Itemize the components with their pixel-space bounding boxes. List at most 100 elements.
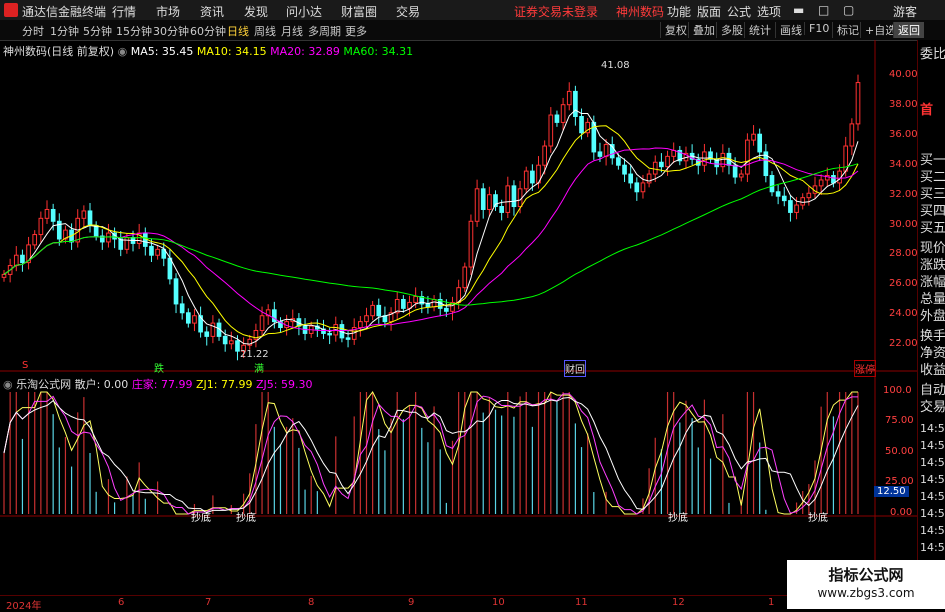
candle-body: [554, 114, 560, 123]
candle-body: [738, 173, 744, 178]
candle-body: [530, 170, 535, 184]
menu-banmian[interactable]: 版面: [697, 3, 721, 20]
candle-body: [99, 235, 105, 243]
sub-chart-title[interactable]: 乐淘公式网: [16, 378, 71, 391]
candle-body: [290, 318, 296, 323]
menu-xuanxiang[interactable]: 选项: [757, 3, 781, 20]
menu-zixun[interactable]: 资讯: [200, 3, 224, 20]
settings-icon[interactable]: ◉: [118, 45, 128, 58]
f10-button[interactable]: F10: [804, 22, 833, 35]
candle-body: [702, 151, 707, 166]
tab-monthly[interactable]: 月线: [281, 23, 303, 39]
zhuangjia-label: 庄家: 77.99: [131, 378, 193, 391]
restore-icon[interactable]: □: [818, 3, 829, 17]
huaxian-button[interactable]: 画线: [775, 22, 806, 38]
tab-1min[interactable]: 1分钟: [50, 23, 79, 39]
candle-body: [511, 185, 517, 208]
menu-shichang[interactable]: 市场: [156, 3, 180, 20]
candle-body: [548, 114, 554, 147]
candle-body: [142, 232, 148, 247]
candle-body: [456, 287, 461, 303]
tick-time: 14:56: [920, 490, 945, 503]
tab-60min[interactable]: 60分钟: [190, 23, 226, 39]
candle-body: [112, 232, 117, 240]
tab-more[interactable]: 更多: [345, 23, 367, 39]
candle-body: [179, 303, 185, 314]
ma10-label: MA10: 34.15: [196, 45, 267, 58]
candle-body: [253, 329, 259, 340]
tab-30min[interactable]: 30分钟: [153, 23, 189, 39]
tick-time: 14:56: [920, 507, 945, 520]
candle-body: [124, 237, 130, 250]
candle-body: [824, 175, 830, 181]
candle-body: [487, 194, 492, 210]
date-tick: 8: [308, 597, 315, 608]
chart-title[interactable]: 神州数码(日线 前复权): [3, 45, 114, 58]
candle-body: [136, 232, 142, 244]
price-tick: 24.00: [889, 308, 918, 319]
candle-body: [579, 116, 584, 134]
candle-body: [591, 121, 597, 153]
minimize-icon[interactable]: ▬: [793, 3, 804, 17]
diejia-button[interactable]: 叠加: [688, 22, 719, 38]
candle-body: [388, 312, 394, 323]
menu-jiaoyi[interactable]: 交易: [396, 3, 420, 20]
tab-fenshi[interactable]: 分时: [22, 23, 44, 39]
candle-body: [763, 151, 769, 177]
date-tick: 11: [575, 597, 588, 608]
tab-weekly[interactable]: 周线: [254, 23, 276, 39]
date-tick: 1: [768, 597, 775, 608]
candle-body: [726, 152, 732, 166]
zj5-label: ZJ5: 59.30: [256, 378, 313, 391]
candle-body: [855, 82, 861, 125]
biaoji-button[interactable]: 标记: [832, 22, 863, 38]
buy3-label: 买三: [920, 187, 945, 202]
tab-multi-period[interactable]: 多周期: [308, 23, 341, 39]
candle-body: [517, 188, 523, 208]
candle-body: [161, 248, 167, 259]
osc-tick: 75.00: [885, 415, 914, 426]
candle-body: [708, 151, 713, 160]
period-toolbar: 分时 1分钟 5分钟 15分钟 30分钟 60分钟 日线 周线 月线 多周期 更…: [0, 20, 945, 41]
tab-15min[interactable]: 15分钟: [116, 23, 152, 39]
candle-body: [450, 301, 455, 312]
trade-label[interactable]: 交易: [920, 401, 945, 415]
tab-daily[interactable]: 日线: [227, 23, 249, 39]
menu-faxian[interactable]: 发现: [244, 3, 268, 20]
settings-icon[interactable]: ◉: [3, 378, 13, 391]
user-label[interactable]: 游客: [893, 3, 917, 20]
menu-gongshi[interactable]: 公式: [727, 3, 751, 20]
candle-body: [272, 309, 277, 323]
trade-login-notice[interactable]: 证券交易未登录: [514, 3, 598, 20]
candle-body: [419, 296, 425, 305]
auto-label[interactable]: 自动: [920, 384, 945, 398]
candle-body: [720, 152, 726, 168]
menu-hangqing[interactable]: 行情: [112, 3, 136, 20]
fuquan-button[interactable]: 复权: [660, 22, 691, 38]
candle-body: [566, 90, 572, 106]
candle-body: [695, 158, 701, 166]
app-title: 通达信金融终端: [22, 5, 107, 19]
maximize-icon[interactable]: ▢: [843, 3, 854, 17]
candle-body: [321, 328, 326, 334]
price-tick: 28.00: [889, 248, 918, 259]
price-tick: 36.00: [889, 129, 918, 140]
candle-body: [20, 254, 25, 264]
candle-body: [284, 321, 289, 329]
candle-body: [345, 337, 351, 340]
menu-gongneng[interactable]: 功能: [667, 3, 691, 20]
candle-body: [149, 245, 154, 256]
candle-body: [800, 197, 806, 206]
tongji-button[interactable]: 统计: [744, 22, 775, 38]
menu-caifuquan[interactable]: 财富圈: [341, 3, 377, 20]
ma10-line: [3, 125, 859, 339]
duogu-button[interactable]: 多股: [716, 22, 747, 38]
back-button[interactable]: 返回: [893, 22, 924, 38]
tab-5min[interactable]: 5分钟: [83, 23, 112, 39]
kline-chart[interactable]: [0, 0, 945, 609]
menu-wenxiaoda[interactable]: 问小达: [286, 3, 322, 20]
candle-body: [401, 298, 406, 309]
candle-body: [536, 164, 541, 184]
candle-body: [585, 121, 590, 134]
tick-time: 14:56: [920, 422, 945, 435]
